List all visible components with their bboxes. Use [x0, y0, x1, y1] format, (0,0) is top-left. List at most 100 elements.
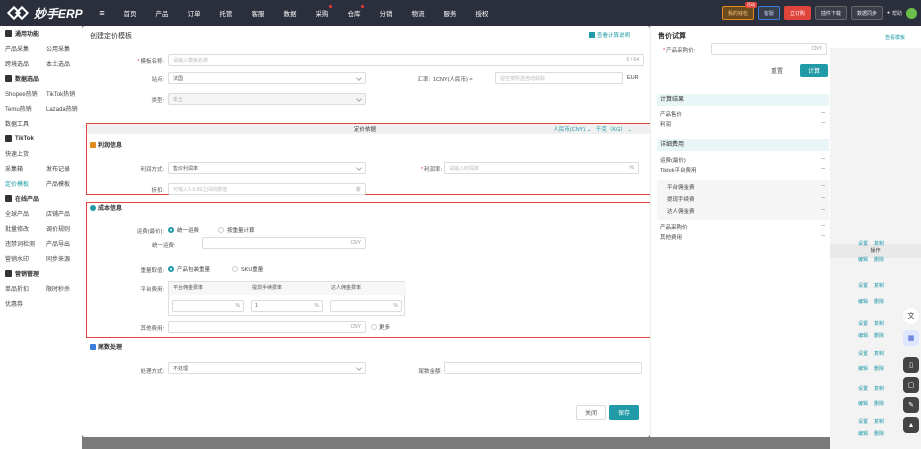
calc-guide-link[interactable]: 查看计算说明 — [589, 31, 630, 39]
nav-item-7[interactable]: 仓库 — [338, 5, 370, 18]
fee-input-0[interactable]: % — [172, 300, 244, 312]
row-action-link[interactable]: 设置 — [858, 386, 868, 392]
profit-rate-input[interactable]: 请输入利润率% — [444, 162, 639, 174]
sidebar-item[interactable]: 同步来源 — [41, 254, 82, 263]
sidebar-item-4[interactable]: 快速上货 — [0, 146, 82, 161]
sidebar-item[interactable]: 产品导出 — [41, 239, 82, 248]
row-action-link[interactable]: 设置 — [858, 321, 868, 327]
row-action-link[interactable]: 删除 — [874, 257, 884, 263]
row-action-link[interactable]: 复制 — [874, 241, 884, 247]
row-action-link[interactable]: 删除 — [874, 299, 884, 305]
feedback-float-icon[interactable]: ✎ — [903, 397, 919, 413]
sidebar-item[interactable]: 产品模板 — [41, 179, 82, 188]
help-button[interactable]: ● 帮助 — [887, 10, 902, 17]
sidebar-item-2[interactable]: 数据工具 — [0, 116, 82, 131]
chat-float-icon[interactable]: ▢ — [903, 377, 919, 393]
nav-item-6[interactable]: 采购 — [306, 5, 338, 18]
freight-uniform-radio[interactable]: 统一运费 — [168, 226, 199, 234]
sidebar-item[interactable]: 定价模板 — [0, 179, 41, 188]
sidebar-item[interactable]: 采集箱 — [0, 164, 41, 173]
sidebar-item-8[interactable]: 优惠券 — [0, 296, 82, 311]
row-action-link[interactable]: 编辑 — [858, 366, 868, 372]
nav-item-5[interactable]: 数据 — [274, 8, 306, 18]
fee-input-2[interactable]: % — [330, 300, 402, 312]
purchase-price-input[interactable]: CNY — [711, 43, 827, 55]
row-action-link[interactable]: 复制 — [874, 419, 884, 425]
sidebar-item[interactable]: 产品采集 — [0, 44, 41, 53]
phone-float-icon[interactable]: ▯ — [903, 357, 919, 373]
fee-input-1[interactable]: 1% — [251, 300, 323, 312]
template-name-input[interactable]: 请输入模板名称 0 / 64 — [168, 54, 644, 66]
sidebar-item[interactable]: 全球产品 — [0, 209, 41, 218]
nav-item-11[interactable]: 授权 — [466, 8, 498, 18]
view-template-link[interactable]: 查看模板 — [885, 34, 905, 41]
row-action-link[interactable]: 设置 — [858, 241, 868, 247]
row-action-link[interactable]: 编辑 — [858, 401, 868, 407]
wallet-button[interactable]: 活动 我的钱包 — [721, 2, 757, 20]
freight-weight-radio[interactable]: 按重量计算 — [218, 226, 255, 234]
order-now-button[interactable]: 立订购 — [783, 6, 811, 20]
sidebar-section-6[interactable]: 在线产品 — [0, 191, 82, 206]
calculate-button[interactable]: 计算 — [800, 64, 828, 77]
weight-sku-radio[interactable]: SKU重量 — [232, 265, 263, 273]
nav-item-8[interactable]: 分销 — [370, 8, 402, 18]
type-select[interactable]: 本土 — [168, 93, 366, 105]
sidebar-item[interactable]: 发布记录 — [41, 164, 82, 173]
row-action-link[interactable]: 编辑 — [858, 299, 868, 305]
nav-item-4[interactable]: 客服 — [242, 8, 274, 18]
more-checkbox[interactable]: 更多 — [371, 323, 390, 331]
sidebar-item[interactable]: TikTok热销 — [41, 89, 82, 98]
row-action-link[interactable]: 编辑 — [858, 333, 868, 339]
sidebar-section-7[interactable]: 营销管理 — [0, 266, 82, 281]
row-action-link[interactable]: 复制 — [874, 386, 884, 392]
assistant-float-icon[interactable]: ▦ — [903, 330, 919, 346]
sidebar-item[interactable]: 调价规则 — [41, 224, 82, 233]
sidebar-item[interactable]: 营销水印 — [0, 254, 41, 263]
row-action-link[interactable]: 复制 — [874, 283, 884, 289]
row-action-link[interactable]: 删除 — [874, 366, 884, 372]
row-action-link[interactable]: 设置 — [858, 283, 868, 289]
sidebar-item[interactable]: Temu热销 — [0, 104, 41, 113]
row-action-link[interactable]: 删除 — [874, 431, 884, 437]
tail-amount-input[interactable] — [444, 362, 642, 374]
sidebar-item[interactable]: Shopee热销 — [0, 89, 41, 98]
row-action-link[interactable]: 删除 — [874, 333, 884, 339]
menu-toggle-icon[interactable]: ≡ — [96, 8, 108, 18]
sidebar-item[interactable]: 跨境选品 — [0, 59, 41, 68]
weight-product-radio[interactable]: 产品包装重量 — [168, 265, 210, 273]
close-button[interactable]: 关闭 — [576, 405, 606, 420]
row-action-link[interactable]: 删除 — [874, 401, 884, 407]
reset-button[interactable]: 重置 — [762, 64, 792, 77]
data-sync-button[interactable]: 数据同步 — [850, 6, 883, 20]
exchange-input[interactable]: 留空按所选自动获取 — [495, 72, 623, 84]
logo[interactable]: 妙手ERP — [0, 5, 96, 22]
row-action-link[interactable]: 编辑 — [858, 431, 868, 437]
other-fee-input[interactable]: CNY — [168, 321, 366, 333]
sidebar-section-0[interactable]: 通用功能 — [0, 26, 82, 41]
nav-item-2[interactable]: 订单 — [178, 8, 210, 18]
nav-item-9[interactable]: 物流 — [402, 8, 434, 18]
service-button[interactable]: 客服 — [757, 6, 780, 20]
row-action-link[interactable]: 复制 — [874, 351, 884, 357]
row-action-link[interactable]: 设置 — [858, 419, 868, 425]
sidebar-item[interactable]: 店铺产品 — [41, 209, 82, 218]
sidebar-item[interactable]: 违禁词检测 — [0, 239, 41, 248]
sidebar-item[interactable]: 限时秒杀 — [41, 284, 82, 293]
plugin-download-button[interactable]: 插件下载 — [814, 6, 847, 20]
discount-input[interactable]: 可输入1-9.99之间的数值 折 — [168, 183, 366, 195]
sidebar-section-1[interactable]: 数据选品 — [0, 71, 82, 86]
sidebar-item[interactable]: 批量修改 — [0, 224, 41, 233]
sidebar-section-3[interactable]: TikTok — [0, 131, 82, 146]
uniform-freight-input[interactable]: CNY — [202, 237, 366, 249]
profit-method-select[interactable]: 售价利润率 — [168, 162, 366, 174]
row-action-link[interactable]: 复制 — [874, 321, 884, 327]
nav-item-3[interactable]: 托管 — [210, 8, 242, 18]
save-button[interactable]: 保存 — [609, 405, 639, 420]
sidebar-item[interactable]: Lazada热销 — [41, 104, 82, 113]
translate-float-icon[interactable]: 文 — [903, 308, 919, 324]
sidebar-item[interactable]: 单品折扣 — [0, 284, 41, 293]
back-top-float-icon[interactable]: ▲ — [903, 417, 919, 433]
row-action-link[interactable]: 设置 — [858, 351, 868, 357]
sidebar-item[interactable]: 本土选品 — [41, 59, 82, 68]
nav-item-10[interactable]: 服务 — [434, 8, 466, 18]
